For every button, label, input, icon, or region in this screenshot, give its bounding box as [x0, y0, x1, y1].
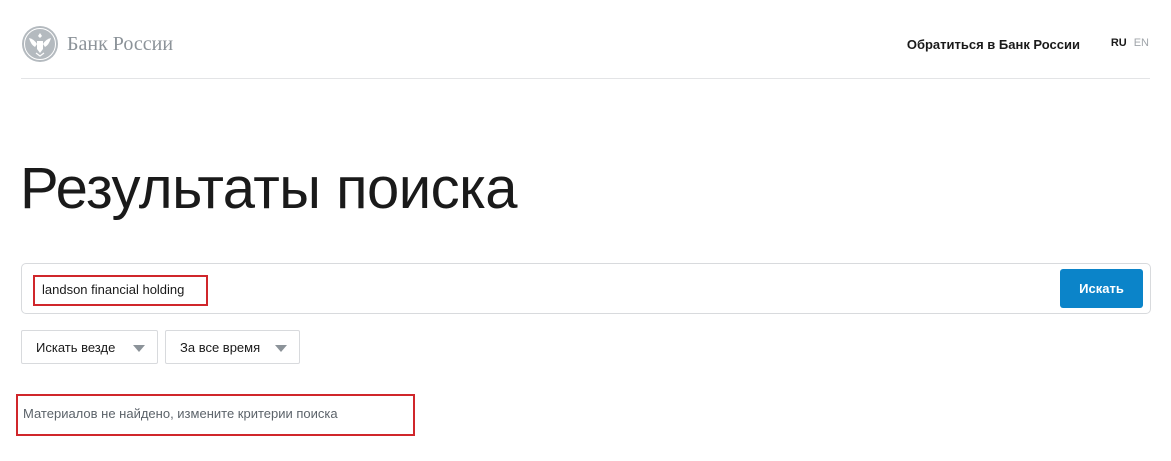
- filter-period-value: За все время: [180, 339, 261, 355]
- annotation-highlight-message: [16, 394, 415, 436]
- lang-ru-link[interactable]: RU: [1111, 37, 1127, 49]
- lang-en-link[interactable]: EN: [1134, 37, 1149, 49]
- eagle-emblem-icon: [22, 26, 58, 62]
- bank-name: Банк России: [67, 32, 174, 55]
- annotation-highlight-query: [33, 275, 208, 306]
- logo[interactable]: Банк России: [21, 25, 173, 63]
- language-switcher: RU EN: [1111, 37, 1149, 49]
- filter-scope-select[interactable]: Искать везде: [21, 330, 158, 364]
- site-header: Банк России Обратиться в Банк России RU …: [21, 0, 1150, 79]
- filter-scope-value: Искать везде: [36, 339, 116, 355]
- chevron-down-icon: [133, 345, 145, 352]
- filter-period-select[interactable]: За все время: [165, 330, 300, 364]
- page-title: Результаты поиска: [20, 156, 518, 221]
- contact-bank-link[interactable]: Обратиться в Банк России: [907, 37, 1080, 52]
- search-button[interactable]: Искать: [1060, 269, 1143, 308]
- chevron-down-icon: [275, 345, 287, 352]
